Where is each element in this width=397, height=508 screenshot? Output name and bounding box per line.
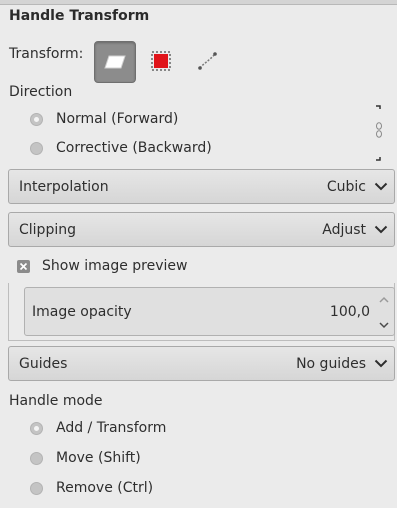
chevron-down-icon (374, 182, 388, 191)
interpolation-value: Cubic (326, 178, 366, 195)
chevron-down-icon (374, 225, 388, 234)
show-preview-checkbox[interactable]: Show image preview (17, 258, 187, 274)
chevron-down-icon (374, 359, 388, 368)
handle-mode-remove-radio[interactable]: Remove (Ctrl) (30, 480, 153, 496)
clipping-value: Adjust (322, 221, 366, 238)
radio-unchecked-icon (30, 141, 43, 155)
handle-mode-add-radio[interactable]: Add / Transform (30, 420, 166, 436)
transform-path-button[interactable] (188, 41, 228, 81)
panel-top-edge (0, 0, 397, 5)
show-preview-label: Show image preview (42, 258, 188, 274)
guides-combo[interactable]: Guides No guides (8, 346, 395, 381)
clipping-combo[interactable]: Clipping Adjust (8, 212, 395, 247)
clipping-label: Clipping (19, 221, 76, 238)
transform-selection-icon (151, 51, 171, 71)
image-opacity-label: Image opacity (32, 303, 132, 320)
radio-checked-icon (30, 421, 43, 435)
chevron-up-icon[interactable] (379, 296, 389, 303)
image-opacity-value: 100,0 (329, 303, 370, 320)
radio-unchecked-icon (30, 481, 43, 495)
panel-title: Handle Transform (9, 8, 150, 24)
image-opacity-spinscale[interactable]: Image opacity 100,0 (24, 287, 395, 336)
transform-path-icon (198, 52, 217, 70)
chevron-down-icon[interactable] (379, 322, 389, 329)
guides-label: Guides (19, 355, 68, 372)
handle-mode-label: Handle mode (9, 393, 103, 409)
direction-normal-label: Normal (Forward) (56, 111, 179, 127)
handle-mode-move-radio[interactable]: Move (Shift) (30, 450, 141, 466)
handle-mode-add-label: Add / Transform (56, 420, 167, 436)
transform-layer-button[interactable] (94, 41, 136, 83)
direction-corrective-label: Corrective (Backward) (56, 140, 212, 156)
interpolation-label: Interpolation (19, 178, 109, 195)
radio-unchecked-icon (30, 451, 43, 465)
checkbox-checked-icon (17, 259, 30, 273)
direction-corrective-radio[interactable]: Corrective (Backward) (30, 140, 212, 156)
radio-checked-icon (30, 112, 43, 126)
transform-selection-button[interactable] (141, 41, 181, 81)
chain-link-icon[interactable] (374, 104, 384, 162)
guides-value: No guides (296, 355, 366, 372)
handle-mode-remove-label: Remove (Ctrl) (56, 480, 154, 496)
transform-layer-icon (104, 55, 126, 69)
transform-label: Transform: (9, 46, 84, 62)
handle-mode-move-label: Move (Shift) (56, 450, 141, 466)
interpolation-combo[interactable]: Interpolation Cubic (8, 169, 395, 204)
direction-normal-radio[interactable]: Normal (Forward) (30, 111, 178, 127)
direction-label: Direction (9, 84, 73, 100)
spin-arrows[interactable] (376, 290, 392, 334)
